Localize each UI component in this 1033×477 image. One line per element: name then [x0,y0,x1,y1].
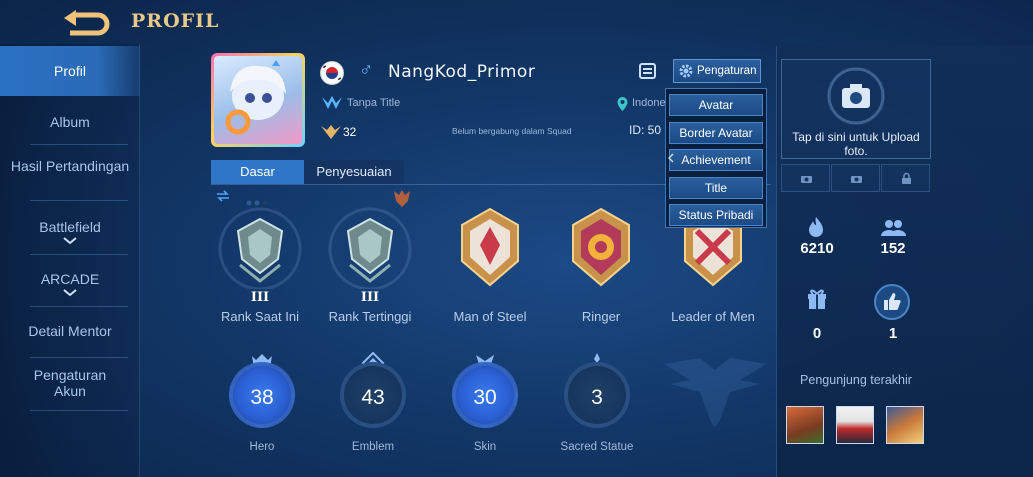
stat-label: Emblem [351,441,395,453]
upload-photo-text: Tap di sini untuk Upload foto. [792,130,920,158]
customize-dropdown: Avatar Border Avatar Achievement Title S… [665,88,767,228]
player-title: Tanpa Title [347,97,401,109]
sidebar-item-arcade[interactable]: ARCADE [0,271,140,297]
player-id: ID: 50 [629,123,662,137]
divider [30,254,128,255]
swap-icon[interactable] [216,190,230,202]
gift-icon[interactable] [806,286,828,310]
ringer-medal-icon [572,207,630,287]
lock-icon [902,172,911,184]
likes-count: 1 [888,325,898,342]
badge-rank-highest[interactable]: III Rank Tertinggi [320,205,420,324]
sidebar: Profil Album Hasil Pertandingan Battlefi… [0,44,140,477]
mythic-rank-badge-icon [328,207,412,291]
gift-count: 0 [812,325,822,342]
profile-card-icon[interactable] [638,61,658,81]
badge-label: Leader of Men [671,309,755,324]
sidebar-item-label: Album [50,114,90,130]
visitor-avatar[interactable] [886,406,924,444]
sidebar-item-album[interactable]: Album [0,114,140,130]
username: NangKod_Primor [388,62,536,82]
divider [30,200,128,201]
menu-item-border-avatar[interactable]: Border Avatar [669,122,763,144]
like-icon[interactable] [873,283,911,321]
badge-man-of-steel[interactable]: Man of Steel [440,205,540,324]
stat-label: Hero [249,441,275,453]
settings-button[interactable]: Pengaturan [673,59,761,83]
mythic-rank-badge-icon [218,207,302,291]
sacred-statue-count: 3 [591,386,603,409]
camera-icon [801,176,812,183]
badge-label: Rank Tertinggi [328,309,412,324]
menu-item-avatar[interactable]: Avatar [669,94,763,116]
sidebar-item-label: Detail Mentor [28,323,112,339]
location-pin-icon [617,97,628,111]
squad-status: Belum bergabung dalam Squad [452,126,572,136]
visitor-avatar[interactable] [786,406,824,444]
gear-icon [679,64,693,78]
camera-icon [827,67,885,125]
chevron-down-icon [63,289,77,297]
back-arrow-icon[interactable] [60,6,112,36]
flame-icon [809,217,823,237]
divider [30,144,128,145]
stat-label: Skin [473,441,497,453]
tab-dasar[interactable]: Dasar [211,160,304,184]
avatar[interactable] [211,53,305,147]
sidebar-item-hasil-pertandingan[interactable]: Hasil Pertandingan [10,158,130,174]
divider [30,357,128,358]
divider [30,306,128,307]
sidebar-item-profil[interactable]: Profil [0,46,140,96]
skin-count: 30 [473,386,497,409]
menu-item-title[interactable]: Title [669,177,763,199]
sidebar-item-label: Pengaturan Akun [33,367,107,399]
settings-label: Pengaturan [697,65,757,77]
recent-visitors-label: Pengunjung terakhir [800,373,912,387]
followers-count: 152 [880,240,906,257]
eagle-watermark-icon [664,358,766,428]
sidebar-item-detail-mentor[interactable]: Detail Mentor [0,323,140,339]
stat-label: Sacred Statue [560,441,634,453]
gender-male-icon: ♂ [359,60,374,81]
badge-ringer[interactable]: Ringer [551,205,651,324]
sidebar-item-pengaturan-akun[interactable]: Pengaturan Akun [20,367,120,399]
sidebar-item-label: Profil [54,63,86,79]
camera-icon [851,176,862,183]
man-of-steel-medal-icon [461,207,519,287]
rank-level-icon [321,125,341,139]
page-title: PROFIL [131,10,220,32]
sidebar-item-label: ARCADE [40,271,100,287]
menu-item-achievement[interactable]: Achievement [669,149,763,171]
visitor-avatar[interactable] [836,406,874,444]
followers-icon [881,220,906,236]
rank-level: 32 [343,125,357,139]
photo-slot-locked[interactable] [881,164,930,192]
sidebar-item-battlefield[interactable]: Battlefield [0,219,140,245]
header: PROFIL [0,0,1033,44]
menu-item-status-pribadi[interactable]: Status Pribadi [669,204,763,226]
location: Indonesia [632,97,666,109]
chevron-left-icon [668,153,674,163]
sidebar-item-label: Hasil Pertandingan [10,158,130,174]
title-icon [322,96,342,109]
photo-slot[interactable] [831,164,880,192]
rank-tier: III [250,290,270,305]
divider [30,410,128,411]
sidebar-item-label: Battlefield [39,219,101,235]
emblem-count: 43 [361,386,385,409]
photo-slot[interactable] [781,164,830,192]
badge-rank-current[interactable]: III Rank Saat Ini [210,205,310,324]
tab-penyesuaian[interactable]: Penyesuaian [304,160,404,184]
popularity-count: 6210 [800,240,834,257]
hero-count: 38 [250,386,274,409]
chevron-down-icon [63,237,77,245]
south-korea-flag-icon [320,61,344,85]
rank-tier: III [360,290,380,305]
